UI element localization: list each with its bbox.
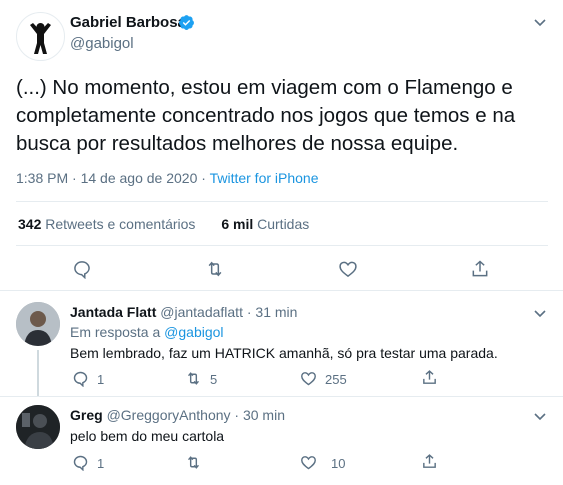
retweet-count: 5 <box>210 372 218 387</box>
reply-header: Jantada Flatt @jantadaflatt · 31 min <box>70 304 297 320</box>
retweets-label: Retweets e comentários <box>45 216 196 232</box>
reply-author-name[interactable]: Jantada Flatt <box>70 304 156 320</box>
reply-text: pelo bem do meu cartola <box>70 428 225 444</box>
reply-avatar[interactable] <box>16 405 60 449</box>
divider <box>16 245 548 246</box>
tweet-text-line: completamente concentrado nos jogos que … <box>16 104 516 127</box>
tweet-text-line: busca por resultados melhores de nossa e… <box>16 132 459 155</box>
tweet-stats: 342 Retweets e comentários 6 mil Curtida… <box>18 216 309 232</box>
reply-context: Em resposta a @gabigol <box>70 324 224 340</box>
like-count: 255 <box>325 372 347 387</box>
reply-count: 1 <box>97 372 105 387</box>
likes-count: 6 mil <box>221 216 254 232</box>
thread-connector <box>37 350 39 396</box>
share-icon[interactable] <box>421 369 438 386</box>
retweet-icon[interactable] <box>184 454 203 471</box>
like-heart-icon[interactable] <box>299 370 318 387</box>
author-avatar[interactable] <box>16 12 65 61</box>
tweet-meta: 1:38 PM · 14 de ago de 2020 · Twitter fo… <box>16 170 319 186</box>
tweet-text-line: (...) No momento, estou em viagem com o … <box>16 76 513 99</box>
reply-author-name[interactable]: Greg <box>70 407 103 423</box>
reply-text: Bem lembrado, faz um HATRICK amanhã, só … <box>70 345 498 361</box>
retweets-count: 342 <box>18 216 42 232</box>
likes-stat[interactable]: 6 mil Curtidas <box>221 216 309 232</box>
reply-author-handle[interactable]: @jantadaflatt <box>160 304 243 320</box>
reply-count: 1 <box>97 456 105 471</box>
author-name[interactable]: Gabriel Barbosa <box>70 14 186 31</box>
reply-time[interactable]: · 30 min <box>234 407 285 423</box>
share-icon[interactable] <box>470 259 490 279</box>
reply-icon[interactable] <box>72 259 92 279</box>
reply-to-handle[interactable]: @gabigol <box>164 324 223 340</box>
like-count: 10 <box>331 456 346 471</box>
retweet-icon[interactable] <box>184 370 203 387</box>
divider <box>16 201 548 202</box>
retweet-icon[interactable] <box>204 259 226 279</box>
reply-to-prefix: Em resposta a <box>70 324 161 340</box>
reply-author-handle[interactable]: @GreggoryAnthony <box>107 407 231 423</box>
divider <box>0 290 563 291</box>
share-icon[interactable] <box>421 453 438 470</box>
more-options-chevron-icon[interactable] <box>532 14 548 30</box>
verified-badge-icon <box>178 14 195 31</box>
reply-icon[interactable] <box>72 454 89 471</box>
reply-icon[interactable] <box>72 370 89 387</box>
likes-label: Curtidas <box>257 216 310 232</box>
reply-time[interactable]: · 31 min <box>247 304 298 320</box>
retweets-stat[interactable]: 342 Retweets e comentários <box>18 216 199 232</box>
tweet-timestamp[interactable]: 1:38 PM · 14 de ago de 2020 · <box>16 170 206 186</box>
divider <box>0 396 563 397</box>
author-handle[interactable]: @gabigol <box>70 35 134 52</box>
more-options-chevron-icon[interactable] <box>532 305 548 321</box>
like-heart-icon[interactable] <box>337 259 359 279</box>
tweet-source[interactable]: Twitter for iPhone <box>210 170 319 186</box>
reply-header: Greg @GreggoryAnthony · 30 min <box>70 407 285 423</box>
tweet-text: (...) No momento, estou em viagem com o … <box>16 74 556 158</box>
reply-avatar[interactable] <box>16 302 60 346</box>
more-options-chevron-icon[interactable] <box>532 408 548 424</box>
like-heart-icon[interactable] <box>299 454 318 471</box>
